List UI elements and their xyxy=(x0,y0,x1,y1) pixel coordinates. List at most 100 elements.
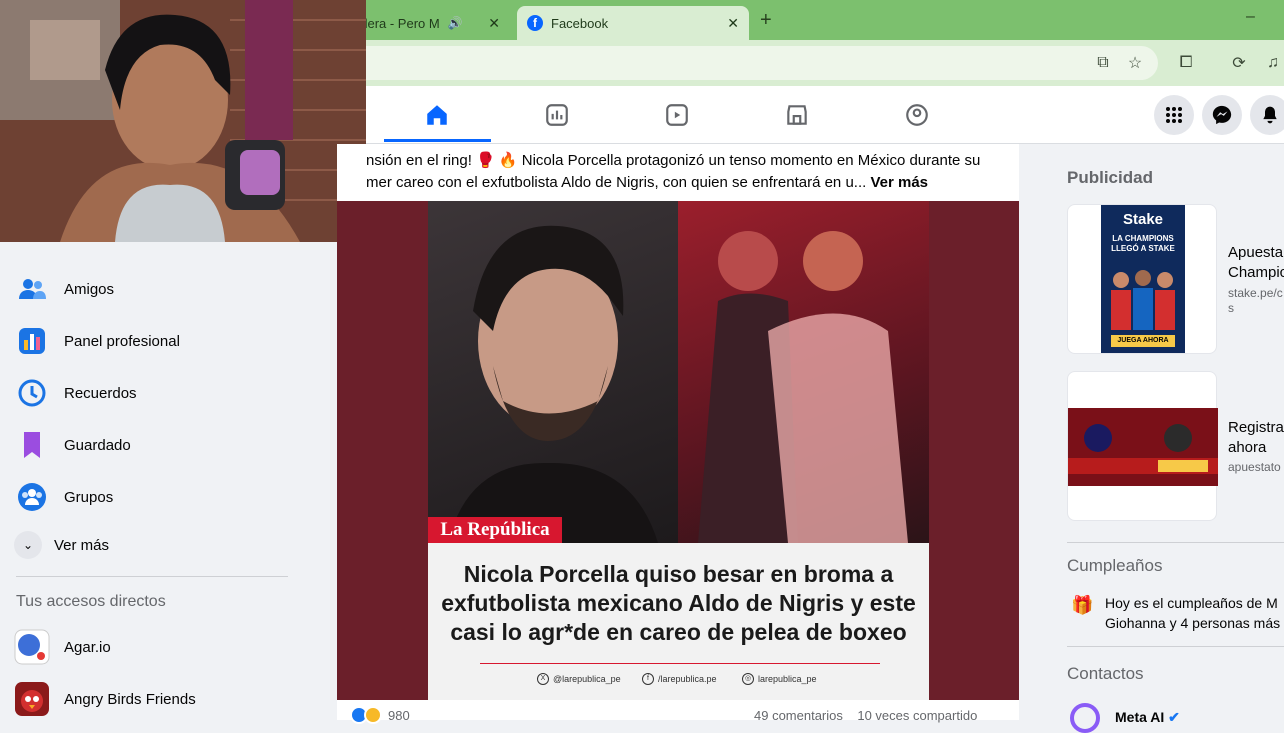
sidebar-item-label: Grupos xyxy=(64,488,114,506)
nav-profile[interactable] xyxy=(862,88,972,142)
instagram-icon: ◎ xyxy=(742,673,754,685)
nav-marketplace[interactable] xyxy=(742,88,852,142)
ad-title[interactable]: Apuesta Champic xyxy=(1228,243,1284,283)
gift-icon: 🎁 xyxy=(1071,595,1094,615)
apuestatotal-ad-image xyxy=(1068,408,1218,486)
sidebar-item-label: Panel profesional xyxy=(64,332,180,350)
marketplace-icon xyxy=(787,105,807,125)
comments-shares[interactable]: 49 comentarios 10 veces compartido xyxy=(754,708,977,723)
ad-url: apuestato xyxy=(1228,460,1281,474)
haha-reaction-icon xyxy=(364,706,382,724)
nav-dashboard[interactable] xyxy=(502,88,612,142)
menu-grid-button[interactable] xyxy=(1154,95,1194,135)
sidebar-item-saved[interactable]: Guardado xyxy=(14,423,314,467)
sidebar-item-professional-dashboard[interactable]: Panel profesional xyxy=(14,319,314,363)
shares-count[interactable]: 10 veces compartido xyxy=(857,708,977,723)
sidebar-item-label: Recuerdos xyxy=(64,384,137,402)
birthdays-heading: Cumpleaños xyxy=(1067,556,1163,575)
facebook-icon: f xyxy=(642,673,654,685)
star-icon[interactable]: ☆ xyxy=(1124,52,1146,74)
stake-ad-image: Stake LA CHAMPIONS LLEGÓ A STAKE JUEGA A… xyxy=(1101,205,1185,353)
ad-art-cta: JUEGA AHORA xyxy=(1111,335,1175,347)
post-media[interactable]: La República Nicola Porcella quiso besar… xyxy=(337,201,1019,700)
bell-icon xyxy=(1263,106,1277,124)
post-headline: Nicola Porcella quiso besar en broma a e… xyxy=(441,561,916,645)
streamer-webcam-image xyxy=(0,0,366,242)
sidebar-item-friends[interactable]: Amigos xyxy=(14,267,314,311)
nav-home[interactable] xyxy=(382,88,492,142)
ad-art-brand: Stake xyxy=(1122,211,1164,228)
birthday-text[interactable]: Hoy es el cumpleaños de M Giohanna y 4 p… xyxy=(1105,593,1284,633)
x-icon: X xyxy=(537,673,549,685)
ad-url: stake.pe/c s xyxy=(1228,286,1283,315)
right-divider xyxy=(1067,646,1284,647)
verified-icon: ✔ xyxy=(1168,709,1180,725)
browser-tab-facebook[interactable]: f Facebook ✕ xyxy=(517,6,749,40)
right-divider xyxy=(1067,542,1284,543)
reactions-summary[interactable]: 980 xyxy=(350,706,410,724)
shortcut-angry-birds[interactable]: Angry Birds Friends xyxy=(14,677,314,721)
sidebar-item-label: Amigos xyxy=(64,280,115,298)
sync-icon[interactable]: ⟳ xyxy=(1228,52,1250,74)
meta-ai-icon xyxy=(1070,703,1100,733)
speaker-icon: 🔊 xyxy=(447,16,463,30)
reaction-count: 980 xyxy=(388,707,410,723)
webcam-overlay xyxy=(0,0,366,242)
confrontation-photo xyxy=(678,201,929,543)
notifications-button[interactable] xyxy=(1250,95,1284,135)
groups-icon xyxy=(14,479,50,515)
facebook-favicon-icon: f xyxy=(527,15,543,31)
sidebar-see-more[interactable]: ⌄ Ver más xyxy=(14,523,314,567)
ad-image-card[interactable] xyxy=(1067,371,1218,521)
see-more-link[interactable]: Ver más xyxy=(870,174,928,191)
ads-heading: Publicidad xyxy=(1067,168,1153,187)
sidebar-item-label: Agar.io xyxy=(64,638,111,656)
close-icon[interactable]: ✕ xyxy=(727,15,739,32)
chevron-down-icon: ⌄ xyxy=(14,531,42,559)
sidebar-item-memories[interactable]: Recuerdos xyxy=(14,371,314,415)
social-handle: /larepublica.pe xyxy=(658,674,717,684)
post-photo xyxy=(428,201,929,543)
social-handle: @larepublica_pe xyxy=(553,674,621,684)
bookmark-icon xyxy=(14,427,50,463)
dashboard-icon xyxy=(14,323,50,359)
close-icon[interactable]: ✕ xyxy=(488,15,500,32)
friends-icon xyxy=(14,271,50,307)
ad-art-headline: LA CHAMPIONS LLEGÓ A STAKE xyxy=(1111,234,1175,253)
extensions-icon[interactable]: ⧠ xyxy=(1175,52,1197,74)
ad-image-card[interactable]: Stake LA CHAMPIONS LLEGÓ A STAKE JUEGA A… xyxy=(1067,204,1217,354)
comments-count[interactable]: 49 comentarios xyxy=(754,708,843,723)
home-icon xyxy=(427,105,447,125)
social-instagram: ◎ larepublica_pe xyxy=(742,673,817,685)
new-tab-button[interactable]: + xyxy=(760,9,772,32)
profile-icon xyxy=(906,104,928,126)
contacts-heading: Contactos xyxy=(1067,664,1144,683)
credit-divider xyxy=(480,663,880,664)
post-caption-line: nsión en el ring! 🥊 🔥 Nicola Porcella pr… xyxy=(366,152,981,169)
social-facebook: f/larepublica.pe xyxy=(642,673,717,685)
grid-icon xyxy=(1166,107,1182,123)
messenger-button[interactable] xyxy=(1202,95,1242,135)
ad-title[interactable]: Registra ahora xyxy=(1228,418,1284,458)
sidebar-divider xyxy=(16,576,288,577)
video-icon xyxy=(666,104,688,126)
post-caption-line: mer careo con el exfutbolista Aldo de Ni… xyxy=(366,174,867,191)
sidebar-item-label: Guardado xyxy=(64,436,131,454)
install-app-icon[interactable]: ⧉ xyxy=(1092,52,1114,74)
shortcut-agario[interactable]: Agar.io xyxy=(14,625,314,669)
social-handle: larepublica_pe xyxy=(758,674,817,684)
media-control-icon[interactable]: ♫ xyxy=(1262,52,1284,74)
contact-meta-ai[interactable]: Meta AI ✔ xyxy=(1115,709,1180,726)
clock-icon xyxy=(14,375,50,411)
sidebar-item-label: Angry Birds Friends xyxy=(64,690,196,708)
shortcuts-heading: Tus accesos directos xyxy=(16,593,166,610)
messenger-icon xyxy=(1212,105,1232,125)
minimize-button[interactable]: – xyxy=(1246,8,1255,26)
nav-video[interactable] xyxy=(622,88,732,142)
sidebar-item-groups[interactable]: Grupos xyxy=(14,475,314,519)
social-x: X @larepublica_pe xyxy=(537,673,621,685)
publisher-logo: La República xyxy=(428,517,562,543)
tab-title: Facebook xyxy=(551,15,609,31)
address-bar[interactable] xyxy=(340,46,1158,80)
portrait-photo xyxy=(428,201,678,543)
